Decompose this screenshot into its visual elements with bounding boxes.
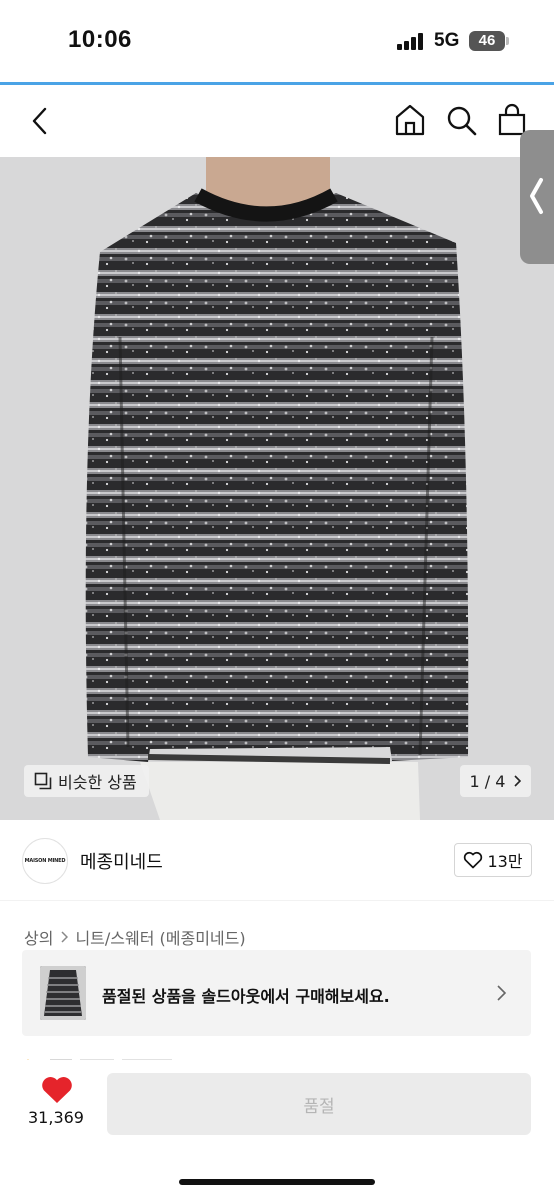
product-image[interactable] [0,157,554,820]
brand-like-button[interactable]: 13만 [454,843,532,877]
heart-outline-icon [464,851,483,869]
home-icon[interactable] [394,103,426,137]
battery-icon: 46 [469,31,505,51]
chevron-right-icon [497,985,507,1001]
search-icon[interactable] [446,105,478,137]
soldout-message: 품절된 상품을 솔드아웃에서 구매해보세요. [102,987,390,1006]
side-panel-tab[interactable] [520,130,554,264]
product-thumbnail [40,966,86,1020]
brand-name[interactable]: 메종미네드 [80,848,163,874]
brand-like-count: 13만 [487,852,523,871]
buy-button[interactable]: 품절 [107,1073,531,1135]
chevron-left-icon[interactable] [28,105,52,137]
breadcrumb-item[interactable]: 니트/스웨터 (메종미네드) [75,925,245,949]
image-counter-text: 1 / 4 [469,771,506,791]
likes-count: 31,369 [28,1108,84,1127]
status-bar: 10:06 5G 46 [0,0,554,84]
divider [0,900,554,901]
network-type: 5G [434,30,460,51]
brand-logo[interactable]: MAISON MINED [22,838,68,884]
battery-level: 46 [478,32,496,49]
signal-icon [397,32,427,50]
similar-products-label: 비슷한 상품 [58,773,137,792]
similar-products-button[interactable]: 비슷한 상품 [24,765,149,797]
chevron-right-icon [61,931,69,943]
similar-icon [34,772,52,790]
heart-icon[interactable] [40,1075,74,1105]
breadcrumb-item[interactable]: 상의 [24,925,53,949]
chevron-right-icon [514,775,522,787]
soldout-banner[interactable]: 품절된 상품을 솔드아웃에서 구매해보세요. [22,950,531,1036]
rating-row-peek [24,1050,194,1060]
home-indicator[interactable] [179,1179,375,1185]
sweater-photo [0,157,554,820]
brand-logo-text: MAISON MINED [24,858,66,864]
top-navigation [0,85,554,157]
breadcrumb: 상의 니트/스웨터 (메종미네드) [24,925,246,949]
image-counter[interactable]: 1 / 4 [460,765,531,797]
status-time: 10:06 [68,26,132,53]
chevron-left-icon [530,178,543,214]
battery-cap [506,37,509,45]
